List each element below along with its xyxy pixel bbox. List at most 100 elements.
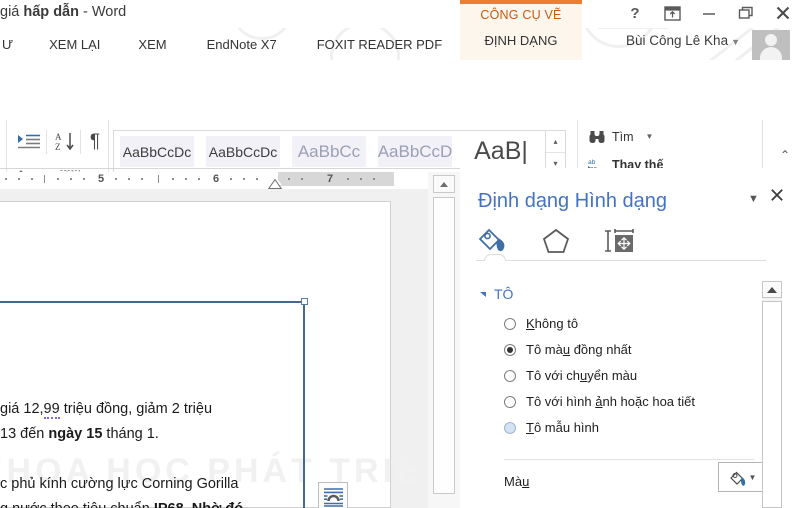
document-text[interactable]: giá 12,99 triệu đồng, giảm 2 triệu 13 đế… bbox=[0, 397, 300, 508]
tab-dinh-dang[interactable]: ĐỊNH DẠNG bbox=[460, 33, 582, 48]
document-title-prefix: giá bbox=[0, 4, 24, 20]
doc-line-4: g nước theo tiêu chuẩn IP68. Nhờ đó, bbox=[0, 497, 300, 508]
find-button[interactable]: Tìm ▼ bbox=[588, 128, 653, 145]
radio-to-voi-hinh-anh[interactable]: Tô với hình ảnh hoặc hoa tiết bbox=[504, 394, 695, 409]
scroll-up-arrow[interactable] bbox=[433, 175, 455, 193]
radio-label: Không tô bbox=[526, 316, 579, 331]
increase-indent-icon[interactable] bbox=[16, 132, 42, 152]
pane-options-caret[interactable]: ▼ bbox=[748, 193, 759, 205]
avatar[interactable] bbox=[752, 30, 790, 60]
word-window: giá hấp dẫn - Word ? Ư XEM LẠI XEM EndNo… bbox=[0, 0, 800, 508]
document-scrollbar[interactable] bbox=[428, 172, 460, 508]
radio-indicator-selected[interactable] bbox=[504, 343, 516, 356]
horizontal-ruler[interactable]: 5 6 7 bbox=[0, 172, 428, 189]
ruler-tick bbox=[83, 178, 85, 180]
spellcheck-underline: 99 bbox=[43, 401, 60, 419]
icon-separator-2 bbox=[80, 130, 81, 154]
style-preview-2: AaBbCc bbox=[292, 136, 366, 167]
ruler-tick bbox=[5, 178, 7, 180]
ruler-number-7: 7 bbox=[327, 173, 334, 185]
style-preview-3: AaBbCcD bbox=[378, 136, 452, 167]
doc-line-3: c phủ kính cường lực Corning Gorilla bbox=[0, 476, 239, 492]
radio-label: Tô mẫu hình bbox=[526, 420, 599, 435]
ruler-tick bbox=[230, 178, 232, 180]
chevron-down-icon[interactable]: ▼ bbox=[731, 37, 740, 47]
scroll-up-triangle bbox=[440, 181, 448, 187]
account-name[interactable]: Bùi Công Lê Kha ▼ bbox=[626, 33, 740, 48]
tab-thu[interactable]: Ư bbox=[0, 37, 15, 52]
ruler-tick bbox=[288, 178, 290, 180]
contextual-accent-bar bbox=[460, 0, 582, 4]
ruler-margin-right bbox=[278, 172, 394, 186]
minimize-icon[interactable] bbox=[700, 4, 718, 22]
close-icon[interactable] bbox=[774, 4, 792, 22]
layout-properties-icon[interactable] bbox=[600, 226, 638, 256]
radio-indicator[interactable] bbox=[504, 317, 516, 330]
doc-line-1: 13 đến ngày 15 tháng 1. bbox=[0, 426, 159, 442]
doc-line-2 bbox=[0, 447, 300, 472]
ruler-tick bbox=[115, 178, 117, 180]
document-title-bold: hấp dẫn bbox=[23, 4, 79, 20]
find-binoculars-icon bbox=[588, 128, 605, 145]
radio-label: Tô với hình ảnh hoặc hoa tiết bbox=[526, 394, 695, 409]
document-title: giá hấp dẫn - Word bbox=[0, 4, 126, 20]
tab-endnote-x7[interactable]: EndNote X7 bbox=[205, 37, 279, 52]
radio-indicator[interactable] bbox=[504, 395, 516, 408]
scroll-thumb[interactable] bbox=[433, 197, 455, 494]
fill-color-bucket-icon bbox=[729, 471, 745, 486]
help-icon[interactable]: ? bbox=[626, 4, 644, 22]
ruler-tick bbox=[373, 178, 375, 180]
layout-options-icon[interactable] bbox=[318, 482, 348, 508]
style-preview-1: AaBbCcDc bbox=[206, 136, 280, 167]
fill-color-button[interactable]: ▼ bbox=[718, 462, 765, 492]
radio-to-mau-hinh[interactable]: Tô mẫu hình bbox=[504, 420, 599, 435]
pane-scrollbar[interactable] bbox=[762, 281, 782, 508]
restore-icon[interactable] bbox=[737, 4, 755, 22]
ruler-tick bbox=[301, 178, 303, 180]
format-shape-pane: Định dạng Hình dạng ▼ TÔ Không tô Tô màu… bbox=[460, 168, 800, 508]
style-preview-text-0: AaBbCcDc bbox=[122, 143, 192, 160]
style-preview-0: AaBbCcDc bbox=[120, 136, 194, 167]
style-preview-4: AaB| bbox=[464, 136, 538, 167]
section-header-fill[interactable]: TÔ bbox=[480, 286, 513, 302]
tab-xem-lai[interactable]: XEM LẠI bbox=[47, 37, 102, 52]
radio-label: Tô với chuyển màu bbox=[526, 368, 638, 383]
pane-scroll-thumb[interactable] bbox=[762, 301, 782, 508]
contextual-tab-group-drawing-tools: CÔNG CỤ VẼ ĐỊNH DẠNG bbox=[460, 0, 582, 62]
title-bar: giá hấp dẫn - Word ? bbox=[0, 0, 800, 28]
collapse-ribbon-caret[interactable]: ⌃ bbox=[780, 148, 790, 162]
radio-to-mau-dong-nhat[interactable]: Tô màu đồng nhất bbox=[504, 342, 632, 357]
fill-color-dropdown-caret[interactable]: ▼ bbox=[749, 473, 757, 482]
find-dropdown-caret[interactable]: ▼ bbox=[646, 132, 654, 141]
ruler-tick bbox=[141, 178, 143, 180]
pane-close-icon[interactable] bbox=[770, 188, 784, 207]
ruler-tick bbox=[31, 178, 33, 180]
document-title-suffix: - Word bbox=[78, 4, 127, 20]
radio-to-voi-chuyen-mau[interactable]: Tô với chuyển màu bbox=[504, 368, 637, 383]
section-expand-triangle[interactable] bbox=[480, 291, 486, 297]
document-page[interactable]: KHOA HỌC PHÁT TRIỂN giá 12,99 triệu đồng… bbox=[0, 201, 447, 508]
styles-scroll-up[interactable]: ▴ bbox=[546, 131, 565, 152]
pane-tab-strip bbox=[474, 226, 638, 256]
tab-xem[interactable]: XEM bbox=[136, 37, 168, 52]
sort-az-icon[interactable]: A Z bbox=[54, 130, 78, 154]
ribbon-display-options-icon[interactable] bbox=[663, 4, 681, 22]
doc-line-0: giá 12,99 triệu đồng, giảm 2 triệu bbox=[0, 401, 213, 419]
show-formatting-marks-icon[interactable]: ¶ bbox=[84, 130, 106, 154]
ruler-tick bbox=[158, 175, 159, 183]
radio-indicator-hover[interactable] bbox=[504, 421, 516, 434]
document-area[interactable]: KHOA HỌC PHÁT TRIỂN giá 12,99 triệu đồng… bbox=[0, 189, 447, 508]
effects-pentagon-icon[interactable] bbox=[537, 226, 575, 256]
fill-and-line-icon[interactable] bbox=[474, 226, 512, 256]
pane-scroll-up-arrow[interactable] bbox=[762, 281, 782, 298]
ruler-tick bbox=[172, 178, 174, 180]
shape-handle-top-right[interactable] bbox=[301, 298, 308, 305]
radio-indicator[interactable] bbox=[504, 369, 516, 382]
tab-foxit-reader-pdf[interactable]: FOXIT READER PDF bbox=[315, 37, 444, 52]
window-controls: ? bbox=[626, 4, 792, 22]
ribbon: A Z ¶ ▼ ▼ ⌐▪ bbox=[0, 60, 800, 221]
ruler-tick bbox=[347, 178, 349, 180]
icon-separator-1 bbox=[46, 130, 47, 154]
ruler-tick bbox=[198, 178, 200, 180]
radio-khong-to[interactable]: Không tô bbox=[504, 316, 578, 331]
